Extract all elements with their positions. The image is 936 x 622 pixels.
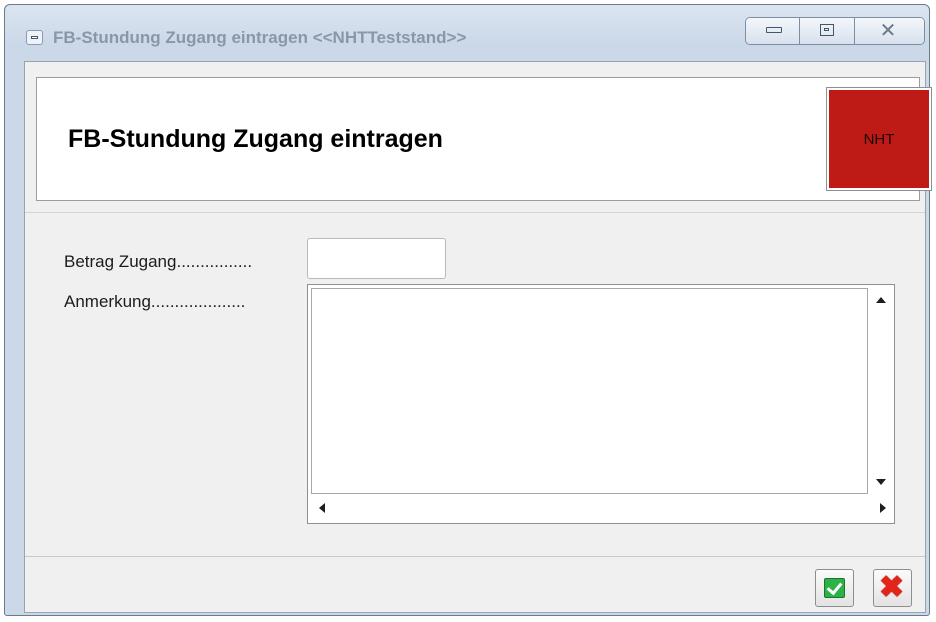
anmerkung-textarea[interactable] (311, 288, 868, 494)
maximize-button[interactable] (800, 18, 855, 44)
anmerkung-field (307, 284, 895, 524)
red-x-icon: ✖ (879, 571, 905, 604)
window-controls: ✕ (745, 17, 925, 45)
minimize-icon (766, 27, 782, 33)
scroll-down-icon[interactable] (876, 479, 886, 485)
nht-logo: NHT (826, 87, 932, 191)
scroll-left-icon[interactable] (319, 503, 325, 513)
betrag-zugang-label: Betrag Zugang................ (64, 252, 253, 271)
dialog-content: FB-Stundung Zugang eintragen NHT Betrag … (24, 61, 932, 613)
scroll-up-icon[interactable] (876, 297, 886, 303)
horizontal-scrollbar[interactable] (311, 496, 868, 520)
window-title: FB-Stundung Zugang eintragen <<NHTTestst… (53, 28, 467, 47)
header-panel: FB-Stundung Zugang eintragen NHT (36, 77, 932, 201)
ok-button[interactable] (815, 569, 854, 607)
betrag-zugang-input[interactable] (307, 238, 446, 279)
close-icon: ✕ (879, 20, 897, 42)
anmerkung-label: Anmerkung.................... (64, 292, 246, 311)
title-bar[interactable]: FB-Stundung Zugang eintragen <<NHTTestst… (5, 5, 929, 67)
green-check-icon (824, 578, 845, 598)
close-button[interactable]: ✕ (854, 18, 924, 44)
cancel-button[interactable]: ✖ (873, 569, 912, 607)
page-title: FB-Stundung Zugang eintragen (68, 125, 443, 153)
window-system-menu-icon[interactable] (26, 30, 43, 45)
scroll-right-icon[interactable] (880, 503, 886, 513)
dialog-window: FB-Stundung Zugang eintragen <<NHTTestst… (4, 4, 932, 616)
minimize-button[interactable] (746, 18, 801, 44)
header-divider (25, 212, 925, 213)
logo-text: NHT (863, 130, 895, 148)
footer-divider (25, 556, 925, 557)
maximize-icon (820, 24, 835, 36)
vertical-scrollbar[interactable] (870, 288, 892, 494)
